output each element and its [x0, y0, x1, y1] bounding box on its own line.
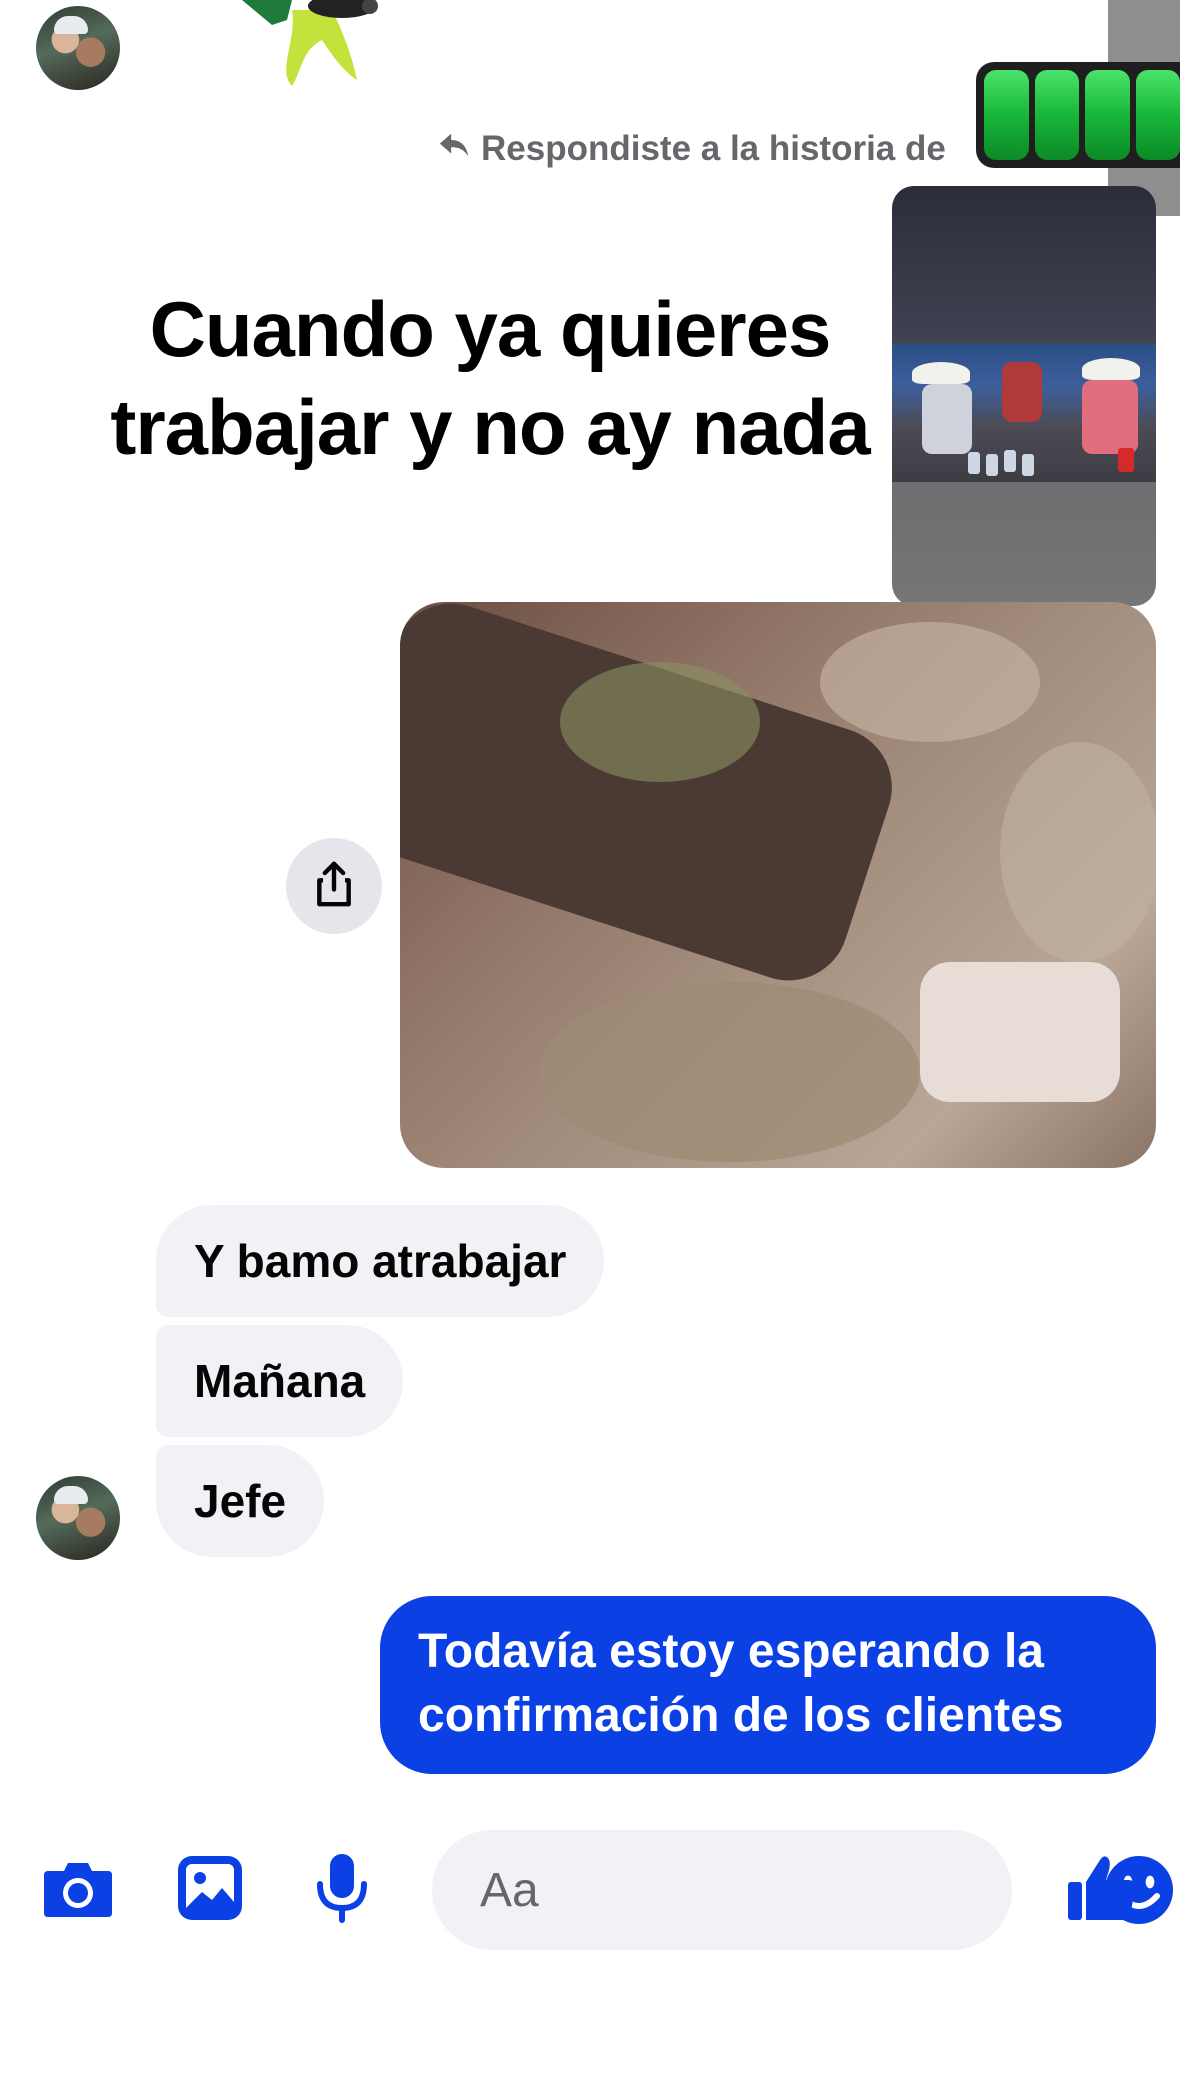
message-text: Mañana: [194, 1355, 366, 1407]
story-segment: [1034, 70, 1079, 160]
reply-arrow-icon: [437, 128, 471, 171]
photo-message[interactable]: [400, 602, 1156, 1168]
sticker-image: [232, 0, 412, 90]
message-input[interactable]: [478, 1861, 1103, 1919]
camera-icon: [42, 1857, 114, 1924]
meme-caption: Cuando ya quieres trabajar y no ay nada: [90, 280, 890, 476]
story-reply-header: Respondiste a la historia de: [437, 126, 946, 172]
message-text-line: confirmación de los clientes: [418, 1689, 1064, 1742]
incoming-message-bubble[interactable]: Jefe: [156, 1445, 325, 1557]
meme-caption-line: trabajar y no ay nada: [110, 383, 870, 471]
story-progress-indicator: [976, 62, 1180, 168]
microphone-button[interactable]: [304, 1852, 380, 1928]
message-text: Jefe: [194, 1475, 287, 1527]
story-scene-image: [892, 344, 1156, 482]
gallery-icon: [176, 1854, 244, 1927]
incoming-message-bubble[interactable]: Mañana: [156, 1325, 404, 1437]
story-segment: [984, 70, 1029, 160]
message-text: Y bamo atrabajar: [194, 1235, 567, 1287]
message-text-line: Todavía estoy esperando la: [418, 1625, 1044, 1678]
meme-caption-line: Cuando ya quieres: [149, 285, 832, 373]
message-composer[interactable]: [432, 1830, 1173, 1950]
contact-avatar[interactable]: [36, 6, 120, 90]
microphone-icon: [314, 1852, 370, 1929]
story-segment: [1085, 70, 1130, 160]
thumbs-up-icon: [1066, 1852, 1138, 1929]
gallery-button[interactable]: [172, 1852, 248, 1928]
story-reply-label: Respondiste a la historia de: [481, 129, 946, 168]
camera-button[interactable]: [40, 1852, 116, 1928]
outgoing-message-bubble[interactable]: Todavía estoy esperando la confirmación …: [380, 1596, 1156, 1774]
story-segment: [1135, 70, 1180, 160]
share-button[interactable]: [286, 838, 382, 934]
contact-avatar[interactable]: [36, 1476, 120, 1560]
story-thumbnail[interactable]: [892, 186, 1156, 606]
like-button[interactable]: [1064, 1852, 1140, 1928]
share-icon: [312, 860, 356, 913]
incoming-message-bubble[interactable]: Y bamo atrabajar: [156, 1205, 605, 1317]
